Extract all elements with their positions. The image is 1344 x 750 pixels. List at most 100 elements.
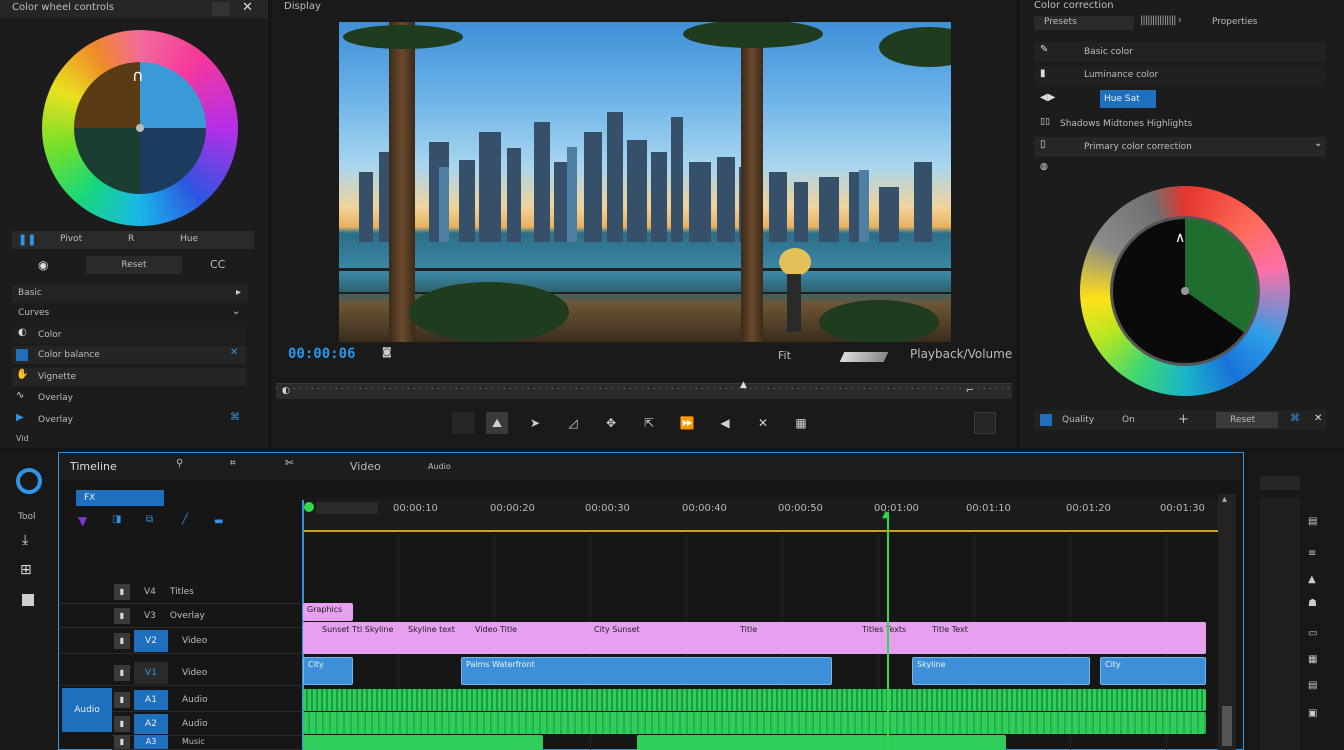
timeline-scrollbar[interactable]: ▴ (1218, 494, 1236, 750)
razor-icon[interactable]: ╱ (182, 514, 188, 525)
chevron-down-icon[interactable]: ⌄ (232, 306, 240, 317)
audio-clip[interactable] (303, 689, 1206, 711)
title-clip[interactable]: Graphics (303, 603, 353, 621)
reset-button[interactable]: Reset (86, 256, 182, 274)
arrows-icon[interactable]: ◀▶ (1040, 92, 1055, 103)
bucket-icon[interactable]: ▮ (1040, 68, 1046, 79)
table-icon[interactable]: ▤ (1308, 680, 1317, 691)
fast-forward-icon[interactable]: ⏩ (676, 412, 698, 434)
minimize-icon[interactable] (212, 2, 230, 16)
video-clip[interactable]: City (303, 657, 353, 685)
scrubber-bar[interactable]: ◐ ▲ ⌐ (276, 380, 1012, 399)
cut-icon[interactable]: ✄ (285, 458, 293, 469)
marker-icon[interactable]: ▼ (78, 514, 87, 528)
panel-close-icon[interactable]: ✕ (1314, 413, 1322, 424)
list-icon[interactable]: ▤ (1308, 516, 1317, 527)
video-clip[interactable]: Palms Waterfront (461, 657, 832, 685)
reset-label[interactable]: Reset (1230, 415, 1255, 425)
rewind-icon[interactable]: ◀ (714, 412, 736, 434)
tab-properties[interactable]: Properties (1212, 17, 1257, 27)
tool-audio[interactable]: Audio (428, 462, 451, 471)
record-icon[interactable]: ◉ (38, 258, 48, 272)
check-icon[interactable]: ⌘ (230, 412, 240, 423)
transform-icon[interactable]: ⇱ (638, 412, 660, 434)
section-curves[interactable]: Curves (18, 308, 49, 318)
stack-icon[interactable]: ▲ (1308, 574, 1316, 585)
row-basic-color[interactable]: Basic color (1084, 47, 1133, 57)
zoom-label[interactable]: Fit (778, 349, 791, 362)
align-icon[interactable]: ≡ (1308, 548, 1316, 559)
crop-icon[interactable]: ◿ (562, 412, 584, 434)
scroll-up-icon[interactable]: ▴ (1222, 494, 1227, 505)
grid-tool-icon[interactable]: ⊞ (20, 562, 32, 578)
volume-slider[interactable] (839, 352, 889, 362)
on-label[interactable]: On (1122, 415, 1135, 425)
row-primary[interactable]: Primary color correction (1084, 142, 1192, 152)
link-icon[interactable]: ⧉ (146, 514, 153, 525)
tone-wheel-handle-icon[interactable]: ∧ (1175, 230, 1185, 246)
tone-wheel[interactable]: ∧ (1080, 186, 1290, 396)
video-frame[interactable] (339, 22, 951, 342)
record-circle-icon[interactable] (16, 468, 42, 494)
wheel-handle-icon[interactable]: ∩ (132, 66, 144, 85)
row-hue-sat[interactable]: Hue Sat (1104, 94, 1140, 104)
row-luminance[interactable]: Luminance color (1084, 70, 1158, 80)
track-header[interactable]: ▮ A1 Audio (112, 688, 302, 712)
video-clip[interactable]: Skyline (912, 657, 1090, 685)
out-point-icon[interactable]: ⌐ (966, 386, 974, 396)
close-icon[interactable]: ✕ (242, 0, 253, 15)
add-button[interactable]: + (1178, 412, 1189, 427)
music-clip[interactable] (637, 735, 1006, 750)
close-x-icon[interactable]: ✕ (752, 412, 774, 434)
search-icon[interactable]: ⚲ (176, 458, 183, 469)
track-header[interactable]: ▮ V2 Video (60, 628, 302, 654)
layers-icon[interactable]: ☗ (1308, 598, 1317, 609)
track-header[interactable]: ▮ A2 Audio (112, 712, 302, 736)
delete-icon[interactable]: ⛰ (486, 412, 508, 434)
section-color[interactable]: Color (38, 330, 62, 340)
track-header[interactable]: ▮ V1 Video (60, 660, 302, 686)
color-wheel[interactable]: ∩ (42, 30, 238, 226)
chevron-right-icon[interactable]: ▸ (236, 287, 241, 298)
play-icon[interactable]: ▶ (16, 412, 24, 423)
section-overlay[interactable]: Overlay (38, 393, 73, 403)
eye-icon[interactable]: ◍ (1040, 162, 1048, 172)
video-clip[interactable]: City (1100, 657, 1206, 685)
track-header[interactable]: ▮ A3 Music (112, 734, 302, 750)
toggle-icon[interactable] (1040, 414, 1052, 426)
scrub-playhead-icon[interactable]: ▲ (740, 380, 747, 390)
audio-group-label[interactable]: Audio (62, 688, 112, 732)
in-point-icon[interactable]: ◐ (282, 386, 290, 396)
square-tool-icon[interactable] (22, 594, 34, 606)
track-header[interactable]: ▮ V4 Titles (60, 580, 302, 604)
playhead-handle-icon[interactable]: ▲ (882, 509, 890, 520)
section-color-balance[interactable]: Color balance (38, 350, 100, 360)
section-vignette[interactable]: Vignette (38, 372, 76, 382)
tool-video[interactable]: Video (350, 460, 381, 473)
download-icon[interactable]: ⤓ (22, 532, 28, 548)
section-basic[interactable]: Basic (18, 288, 42, 298)
music-clip[interactable] (303, 735, 543, 750)
grid-icon[interactable]: ▦ (790, 412, 812, 434)
pause-icon[interactable]: ❚❚ (18, 233, 36, 246)
fullscreen-icon[interactable] (974, 412, 996, 434)
track-header[interactable]: ▮ V3 Overlay (60, 604, 302, 628)
audio-clip[interactable] (303, 712, 1206, 734)
row-smh[interactable]: Shadows Midtones Highlights (1060, 119, 1192, 129)
dropdown-chevron-icon[interactable]: ⌄ (1314, 138, 1322, 149)
tool-fx[interactable]: FX (84, 493, 95, 503)
export-icon[interactable]: ▣ (1308, 708, 1317, 719)
settings-icon[interactable]: ⌘ (1290, 413, 1300, 424)
camera-icon[interactable]: ◙ (382, 347, 392, 358)
folder-icon[interactable]: ▬ (214, 516, 223, 527)
square-stop-icon[interactable] (452, 412, 474, 434)
next-icon[interactable]: ➤ (524, 412, 546, 434)
tab-presets[interactable]: Presets (1044, 17, 1077, 27)
grid-small-icon[interactable]: ▦ (1308, 654, 1317, 665)
snap-icon[interactable]: ◨ (112, 514, 121, 525)
x-icon[interactable]: ✕ (230, 347, 238, 358)
playhead[interactable] (887, 512, 889, 750)
frame-icon[interactable]: ▭ (1308, 628, 1317, 639)
fx-icon[interactable]: ⌗ (230, 458, 236, 469)
move-icon[interactable]: ✥ (600, 412, 622, 434)
